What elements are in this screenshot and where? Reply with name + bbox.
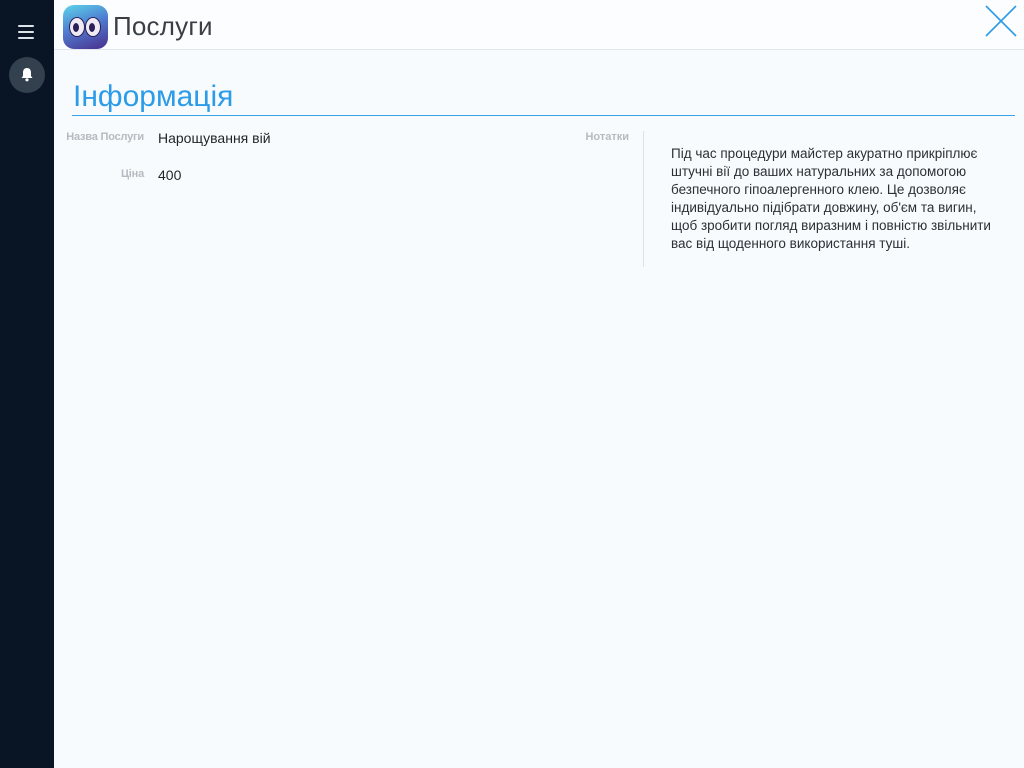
service-name-value: Нарощування вій [158,130,271,146]
notifications-button[interactable] [9,57,45,93]
price-value: 400 [158,167,182,183]
notes-divider [643,131,644,267]
section-title: Інформація [73,80,234,113]
bell-icon [21,68,33,82]
app-header: Послуги [54,0,1024,50]
notes-text: Під час процедури майстер акуратно прикр… [671,146,991,251]
app-logo [63,5,108,49]
hamburger-menu-icon[interactable] [16,22,38,42]
sidebar [0,0,54,768]
section-divider [72,115,1015,116]
service-name-label: Назва Послуги [66,131,144,143]
page-title: Послуги [113,11,213,41]
close-icon [985,5,1017,37]
close-button[interactable] [984,4,1018,38]
price-label: Ціна [120,168,144,180]
notes-label: Нотатки [585,131,629,143]
